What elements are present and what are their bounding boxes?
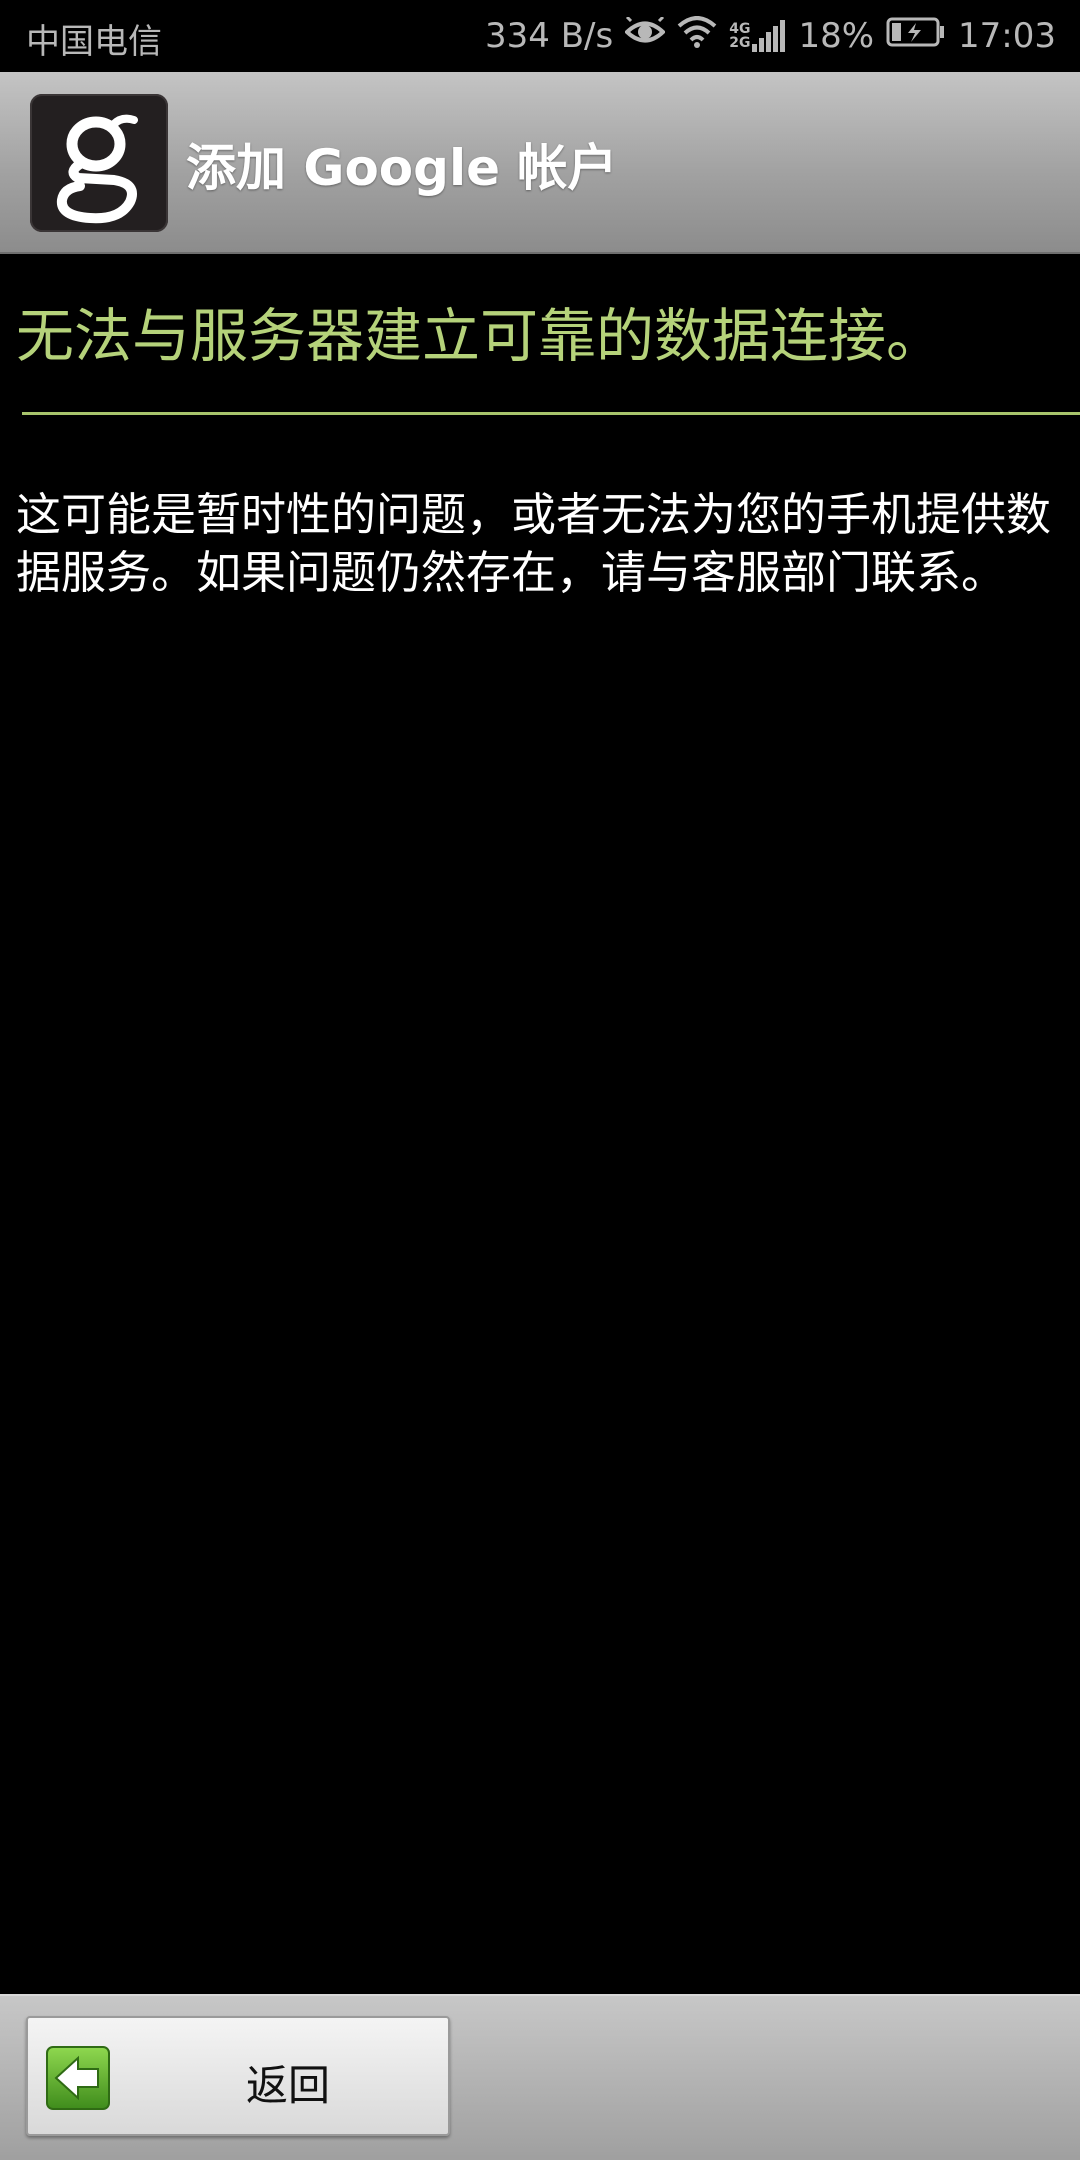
signal-icon: 4G 2G	[729, 20, 786, 52]
screen: 中国电信 334 B/s 4G 2G 18% 17:03 添加 Google 帐…	[0, 0, 1080, 2160]
back-button[interactable]: 返回	[26, 2016, 450, 2136]
eye-icon	[624, 15, 667, 56]
status-bar: 中国电信 334 B/s 4G 2G 18% 17:03	[0, 0, 1080, 72]
back-arrow-icon	[46, 2046, 110, 2110]
google-g-icon	[30, 94, 168, 232]
battery-percent: 18%	[798, 16, 875, 56]
title-bar: 添加 Google 帐户	[0, 72, 1080, 254]
battery-charging-icon	[886, 16, 946, 56]
page-title: 添加 Google 帐户	[186, 139, 618, 197]
bottom-bar: 返回	[0, 1994, 1080, 2160]
carrier-name: 中国电信	[26, 22, 162, 62]
status-icons: 334 B/s 4G 2G 18% 17:03	[473, 12, 1056, 60]
divider	[22, 412, 1080, 415]
clock: 17:03	[958, 16, 1056, 56]
error-headline: 无法与服务器建立可靠的数据连接。	[16, 302, 945, 370]
network-speed: 334 B/s	[485, 16, 614, 56]
signal-label-bottom: 2G	[729, 35, 751, 51]
error-message: 这可能是暂时性的问题，或者无法为您的手机提供数据服务。如果问题仍然存在，请与客服…	[16, 488, 1052, 599]
wifi-icon	[677, 15, 717, 57]
back-button-label: 返回	[245, 2061, 330, 2110]
